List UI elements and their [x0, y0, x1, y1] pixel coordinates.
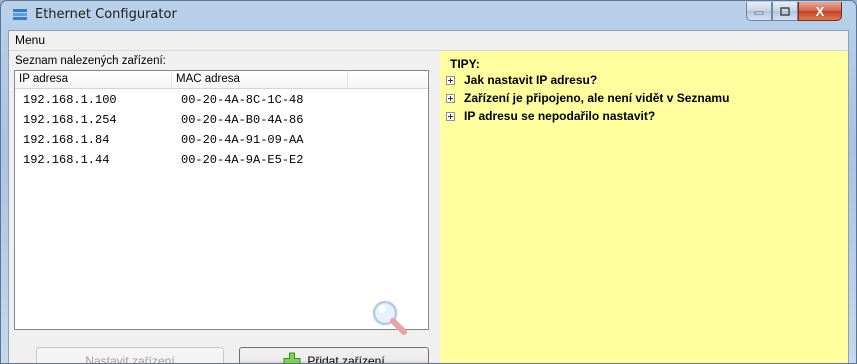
maximize-icon: [780, 6, 790, 16]
client-area: Menu Seznam nalezených zařízení: IP adre…: [8, 30, 849, 363]
devices-list-label: Seznam nalezených zařízení:: [15, 55, 166, 67]
add-device-button[interactable]: Přidat zařízení: [239, 347, 429, 364]
magnifier-icon: [372, 300, 407, 335]
ip-cell: 192.168.1.254: [23, 113, 117, 127]
table-row[interactable]: 192.168.1.84 00-20-4A-91-09-AA: [15, 131, 428, 150]
add-device-label: Přidat zařízení: [307, 354, 385, 364]
mac-cell: 00-20-4A-91-09-AA: [181, 133, 304, 147]
ip-cell: 192.168.1.84: [23, 133, 110, 147]
maximize-button[interactable]: [772, 2, 798, 21]
expand-icon[interactable]: [446, 111, 455, 121]
tip-item[interactable]: Zařízení je připojeno, ale není vidět v …: [446, 89, 729, 107]
devices-panel: Seznam nalezených zařízení: IP adresa MA…: [9, 51, 437, 363]
ip-cell: 192.168.1.100: [23, 93, 117, 107]
mac-cell: 00-20-4A-B0-4A-86: [181, 113, 304, 127]
network-icon: [13, 9, 27, 20]
minimize-button[interactable]: [746, 2, 772, 21]
configure-device-label: Nastavit zařízení: [85, 354, 175, 364]
menu-bar: Menu: [9, 31, 848, 51]
list-header: IP adresa MAC adresa: [15, 71, 428, 89]
tips-panel: TIPY: Jak nastavit IP adresu? Zařízení j…: [440, 51, 848, 363]
table-row[interactable]: 192.168.1.44 00-20-4A-9A-E5-E2: [15, 151, 428, 170]
close-icon: X: [815, 3, 825, 19]
menu-item-menu[interactable]: Menu: [15, 33, 45, 47]
mac-cell: 00-20-4A-8C-1C-48: [181, 93, 304, 107]
mac-cell: 00-20-4A-9A-E5-E2: [181, 153, 304, 167]
tip-label: Jak nastavit IP adresu?: [464, 73, 598, 87]
table-row[interactable]: 192.168.1.254 00-20-4A-B0-4A-86: [15, 111, 428, 130]
title-bar[interactable]: Ethernet Configurator X: [1, 1, 856, 29]
window-controls: X: [746, 2, 842, 22]
app-window: Ethernet Configurator X Menu Seznam nale…: [0, 0, 857, 364]
window-title: Ethernet Configurator: [35, 7, 177, 22]
tips-title: TIPY:: [450, 57, 480, 71]
ip-cell: 192.168.1.44: [23, 153, 110, 167]
tip-label: Zařízení je připojeno, ale není vidět v …: [464, 91, 730, 105]
tip-item[interactable]: Jak nastavit IP adresu?: [446, 71, 597, 89]
column-header-ip[interactable]: IP adresa: [15, 71, 172, 88]
table-row[interactable]: 192.168.1.100 00-20-4A-8C-1C-48: [15, 91, 428, 110]
tip-item[interactable]: IP adresu se nepodařilo nastavit?: [446, 107, 655, 125]
tip-label: IP adresu se nepodařilo nastavit?: [464, 109, 656, 123]
configure-device-button[interactable]: Nastavit zařízení: [36, 347, 224, 364]
close-button[interactable]: X: [798, 2, 842, 21]
plus-icon: [283, 352, 301, 363]
minimize-icon: [754, 11, 764, 15]
expand-icon[interactable]: [446, 75, 455, 85]
column-header-mac[interactable]: MAC adresa: [172, 71, 348, 88]
devices-list[interactable]: IP adresa MAC adresa 192.168.1.100 00-20…: [14, 70, 429, 335]
expand-icon[interactable]: [446, 93, 455, 103]
